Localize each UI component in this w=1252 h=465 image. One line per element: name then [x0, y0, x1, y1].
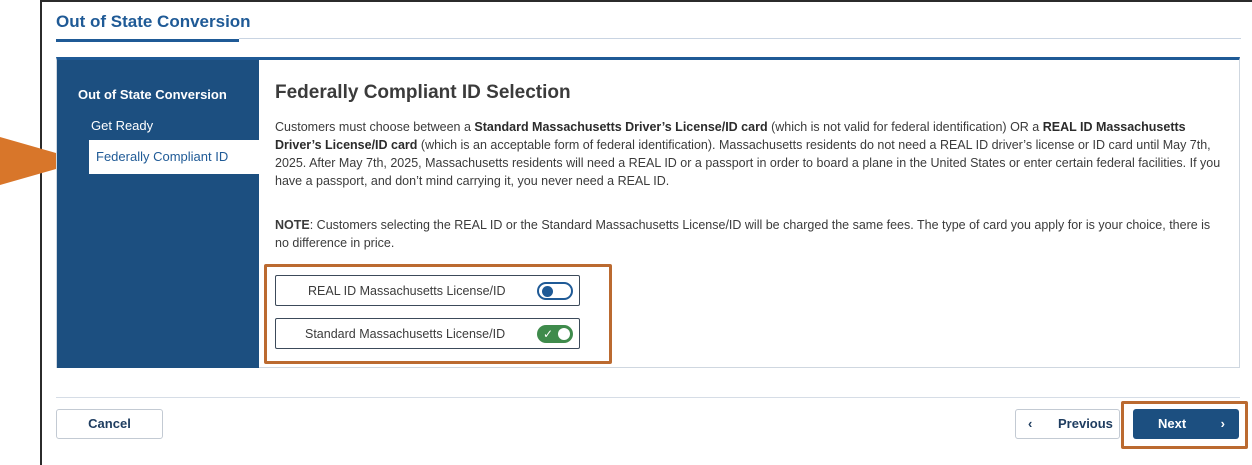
page-title: Out of State Conversion [56, 12, 251, 31]
paragraph-text: (which is an acceptable form of federal … [275, 138, 1221, 188]
standard-toggle-label: Standard Massachusetts License/ID [305, 327, 506, 341]
paragraph-text: Customers must choose between a [275, 120, 475, 134]
check-icon: ✓ [543, 327, 554, 341]
real-id-toggle-switch[interactable] [537, 282, 573, 300]
sidebar-section-title: Out of State Conversion [78, 87, 227, 102]
footer-divider [56, 397, 1240, 398]
sidebar-item-get-ready[interactable]: Get Ready [91, 118, 153, 133]
chevron-left-icon: ‹ [1028, 416, 1033, 431]
standard-toggle-switch[interactable]: ✓ [537, 325, 573, 343]
note-paragraph: NOTE: Customers selecting the REAL ID or… [275, 216, 1225, 252]
note-text: : Customers selecting the REAL ID or the… [275, 218, 1211, 250]
toggle-knob [542, 286, 553, 297]
real-id-toggle-row[interactable]: REAL ID Massachusetts License/ID [275, 275, 580, 306]
cancel-button[interactable]: Cancel [56, 409, 163, 439]
next-button-label: Next [1158, 416, 1187, 431]
chevron-right-icon: › [1220, 416, 1225, 431]
toggle-knob [558, 328, 570, 340]
paragraph-text: (which is not valid for federal identifi… [767, 120, 1043, 134]
real-id-toggle-label: REAL ID Massachusetts License/ID [308, 284, 506, 298]
content-area: Federally Compliant ID Selection Custome… [275, 82, 1225, 252]
title-underline [56, 39, 239, 42]
previous-button-label: Previous [1058, 416, 1113, 431]
page-header: Out of State Conversion [56, 12, 253, 42]
note-label: NOTE [275, 218, 310, 232]
sidebar-item-federally-compliant-id[interactable]: Federally Compliant ID [89, 140, 259, 174]
previous-button[interactable]: ‹ Previous [1015, 409, 1120, 439]
standard-toggle-row[interactable]: Standard Massachusetts License/ID ✓ [275, 318, 580, 349]
next-button[interactable]: Next › [1133, 409, 1239, 439]
main-panel: Out of State Conversion Get Ready Federa… [56, 57, 1240, 368]
description-paragraph: Customers must choose between a Standard… [275, 118, 1225, 190]
header-divider [239, 38, 1241, 39]
sidebar: Out of State Conversion Get Ready Federa… [57, 60, 259, 368]
section-heading: Federally Compliant ID Selection [275, 82, 571, 103]
paragraph-bold-standard: Standard Massachusetts Driver’s License/… [474, 120, 768, 134]
